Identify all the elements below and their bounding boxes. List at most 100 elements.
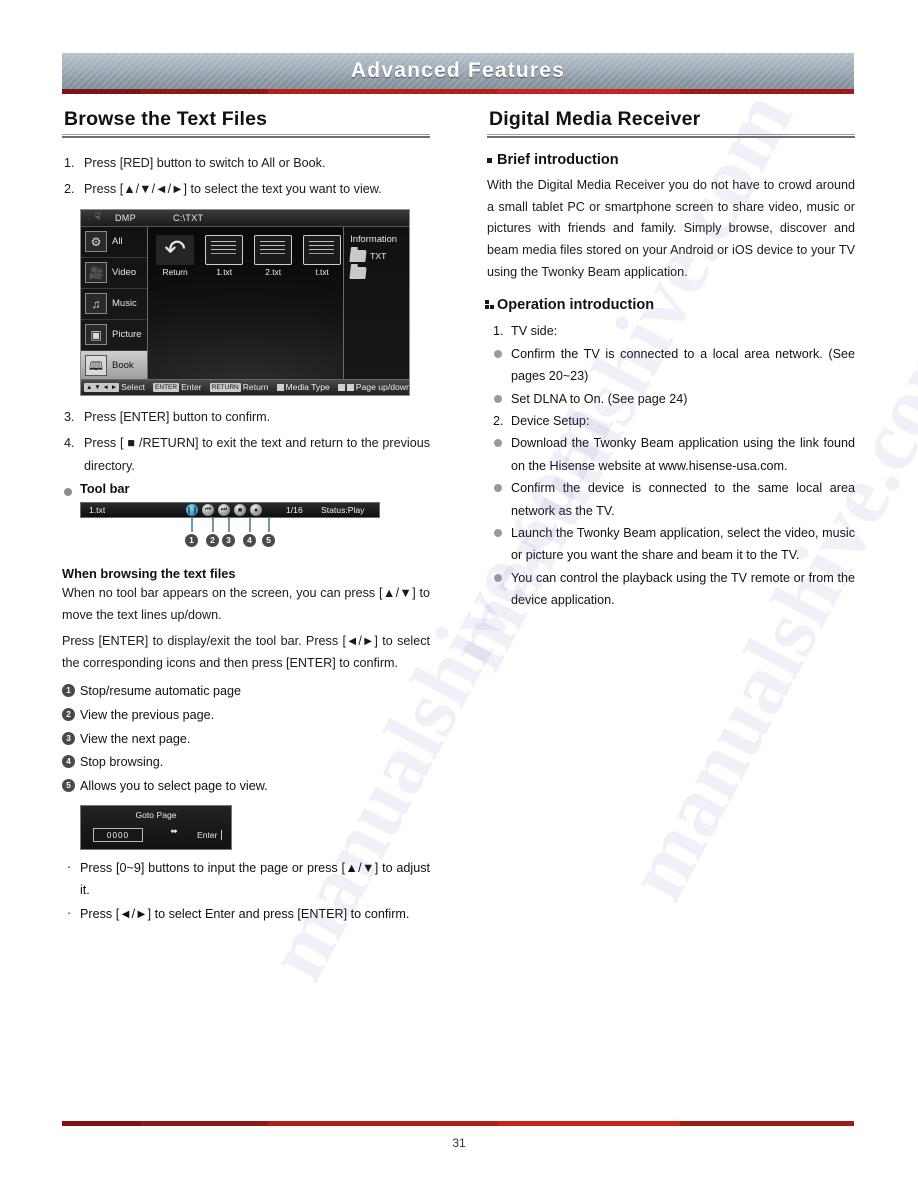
step-text: Press [▲/▼/◄/►] to select the text you w… [84,182,382,197]
toolbar-callouts: 1 2 3 4 5 [80,518,380,556]
round-bullet-icon [494,528,502,537]
page-down-key-icon [346,383,354,391]
sidebar-item-video[interactable]: 🎥 Video [81,258,148,289]
goto-page-notes: · Press [0~9] buttons to input the page … [62,858,430,926]
usb-plug-icon: ☟ [94,212,102,224]
operation-introduction-label: Operation introduction [497,297,655,314]
pause-resume-icon[interactable]: ❙❙ [186,504,198,517]
list-item: 4. Press [ ■ /RETURN] to exit the text a… [62,432,430,477]
sidebar-item-label: Music [112,298,137,310]
operation-steps-list: 1. TV side: Confirm the TV is connected … [487,320,855,611]
step-number: 1. [64,156,75,170]
sidebar-item-label: Video [112,267,137,279]
list-item: · Press [◄/►] to select Enter and press … [62,904,430,926]
footer-red-rule [62,1121,854,1126]
sidebar-item-label: Book [112,360,134,372]
dash-bullet-icon: · [67,906,72,921]
goto-page-dialog: Goto Page 0000 ⬌ Enter [80,805,232,851]
information-panel-title: Information [350,232,398,244]
bullet-text: Confirm the device is connected to the s… [511,481,855,518]
bullet-text: Set DLNA to On. (See page 24) [511,391,688,406]
video-icon: 🎥 [85,262,107,284]
step-text: Press [ ■ /RETURN] to exit the text and … [84,436,430,473]
hint-page-updown: Page up/down [337,382,410,393]
goto-page-input[interactable]: 0000 [93,828,143,843]
sidebar-item-book[interactable]: 🕮 Book [81,350,148,382]
legend-text: Allows you to select page to view. [80,779,268,794]
list-item: 3. Press [ENTER] button to confirm. [62,406,430,428]
hint-return: RETURN Return [209,382,269,392]
file-label: Return [162,266,188,277]
round-bullet-icon [494,439,502,448]
list-item: 2 View the previous page. [62,704,430,728]
goto-page-title: Goto Page [135,810,177,821]
bullet-text: Download the Twonky Beam application usi… [511,436,855,473]
stop-icon[interactable]: ■ [234,504,246,517]
banner-title: Advanced Features [350,59,566,82]
goto-page-enter-button[interactable]: Enter [197,830,222,841]
list-item-bullet: You can control the playback using the T… [487,567,855,612]
file-item-2txt[interactable]: 2.txt [252,234,294,277]
file-item-return[interactable]: ↶ Return [154,234,196,277]
dmp-information-panel: Information TXT [343,226,409,379]
text-document-icon [254,234,293,265]
page-number: 31 [452,1136,466,1150]
dmp-hint-bar: ▲ ▼ ◄ ► Select ENTER Enter RETURN Return… [81,378,410,395]
left-heading-rule [62,134,430,138]
dmp-file-list: ↶ Return 1.txt 2.txt t.txt [148,227,343,277]
step-number: 2. [493,413,504,428]
previous-page-icon[interactable]: ⏮ [202,504,214,517]
browsing-icon-legend: 1 Stop/resume automatic page 2 View the … [62,680,430,800]
page-banner: Advanced Features [62,53,854,89]
next-page-icon[interactable]: ⏭ [218,504,230,517]
blue-key-icon [276,383,284,391]
list-item-bullet: Set DLNA to On. (See page 24) [487,388,855,410]
list-item: 3 View the next page. [62,728,430,752]
step-text: Device Setup: [511,413,590,428]
round-bullet-icon [494,394,502,403]
bullet-text: You can control the playback using the T… [511,570,855,608]
callout-number: 5 [262,534,275,548]
callout-stem [228,518,230,533]
picture-icon: ▣ [85,324,107,346]
toolbar-figure: 1.txt ❙❙ ⏮ ⏭ ■ ● 1/16 Status:Play 1 2 3 … [80,502,380,556]
right-column: Digital Media Receiver Brief introductio… [485,108,855,612]
sidebar-item-label: All [112,236,123,248]
toolbar-subheading-label: Tool bar [80,481,130,497]
left-steps-1-2: 1. Press [RED] button to switch to All o… [62,152,430,201]
list-item-bullet: Confirm the device is connected to the s… [487,477,855,522]
right-section-heading: Digital Media Receiver [489,108,701,130]
list-item-step: 1. TV side: [487,320,855,342]
return-key-icon: RETURN [209,382,241,392]
legend-number: 4 [62,755,75,769]
hint-label: Page up/down [355,382,410,393]
round-bullet-icon [494,349,502,358]
callout-stem [268,518,270,533]
legend-text: Stop browsing. [80,755,164,770]
music-note-icon: ♫ [85,293,107,315]
browsing-paragraph-1: When no tool bar appears on the screen, … [62,586,430,622]
goto-page-icon[interactable]: ● [250,504,262,517]
left-column: Browse the Text Files 1. Press [RED] but… [62,108,430,928]
bullet-text: Launch the Twonky Beam application, sele… [511,525,855,563]
file-item-ttxt[interactable]: t.txt [301,234,343,277]
dmp-browser-screenshot: ☟ DMP C:\TXT ⚙ All 🎥 Video ♫ Music ▣ Pic… [80,208,410,396]
sidebar-item-picture[interactable]: ▣ Picture [81,320,148,351]
folder-icon [349,249,367,262]
information-row-label: TXT [370,250,387,261]
toolbar-filename: 1.txt [89,505,106,516]
step-number: 1. [493,324,504,339]
sidebar-item-all[interactable]: ⚙ All [81,227,148,258]
legend-number: 2 [62,707,75,721]
hint-label: Media Type [285,382,330,393]
note-text: Press [0~9] buttons to input the page or… [80,861,430,898]
file-label: 2.txt [265,266,282,277]
list-item: 4 Stop browsing. [62,751,430,775]
file-label: t.txt [315,266,329,277]
step-number: 4. [64,436,75,451]
sidebar-item-music[interactable]: ♫ Music [81,289,148,320]
hint-label: Select [121,382,146,393]
file-item-1txt[interactable]: 1.txt [203,234,245,277]
dmp-file-area: ↶ Return 1.txt 2.txt t.txt [148,227,343,379]
dpad-icon: ⬌ [170,826,178,837]
